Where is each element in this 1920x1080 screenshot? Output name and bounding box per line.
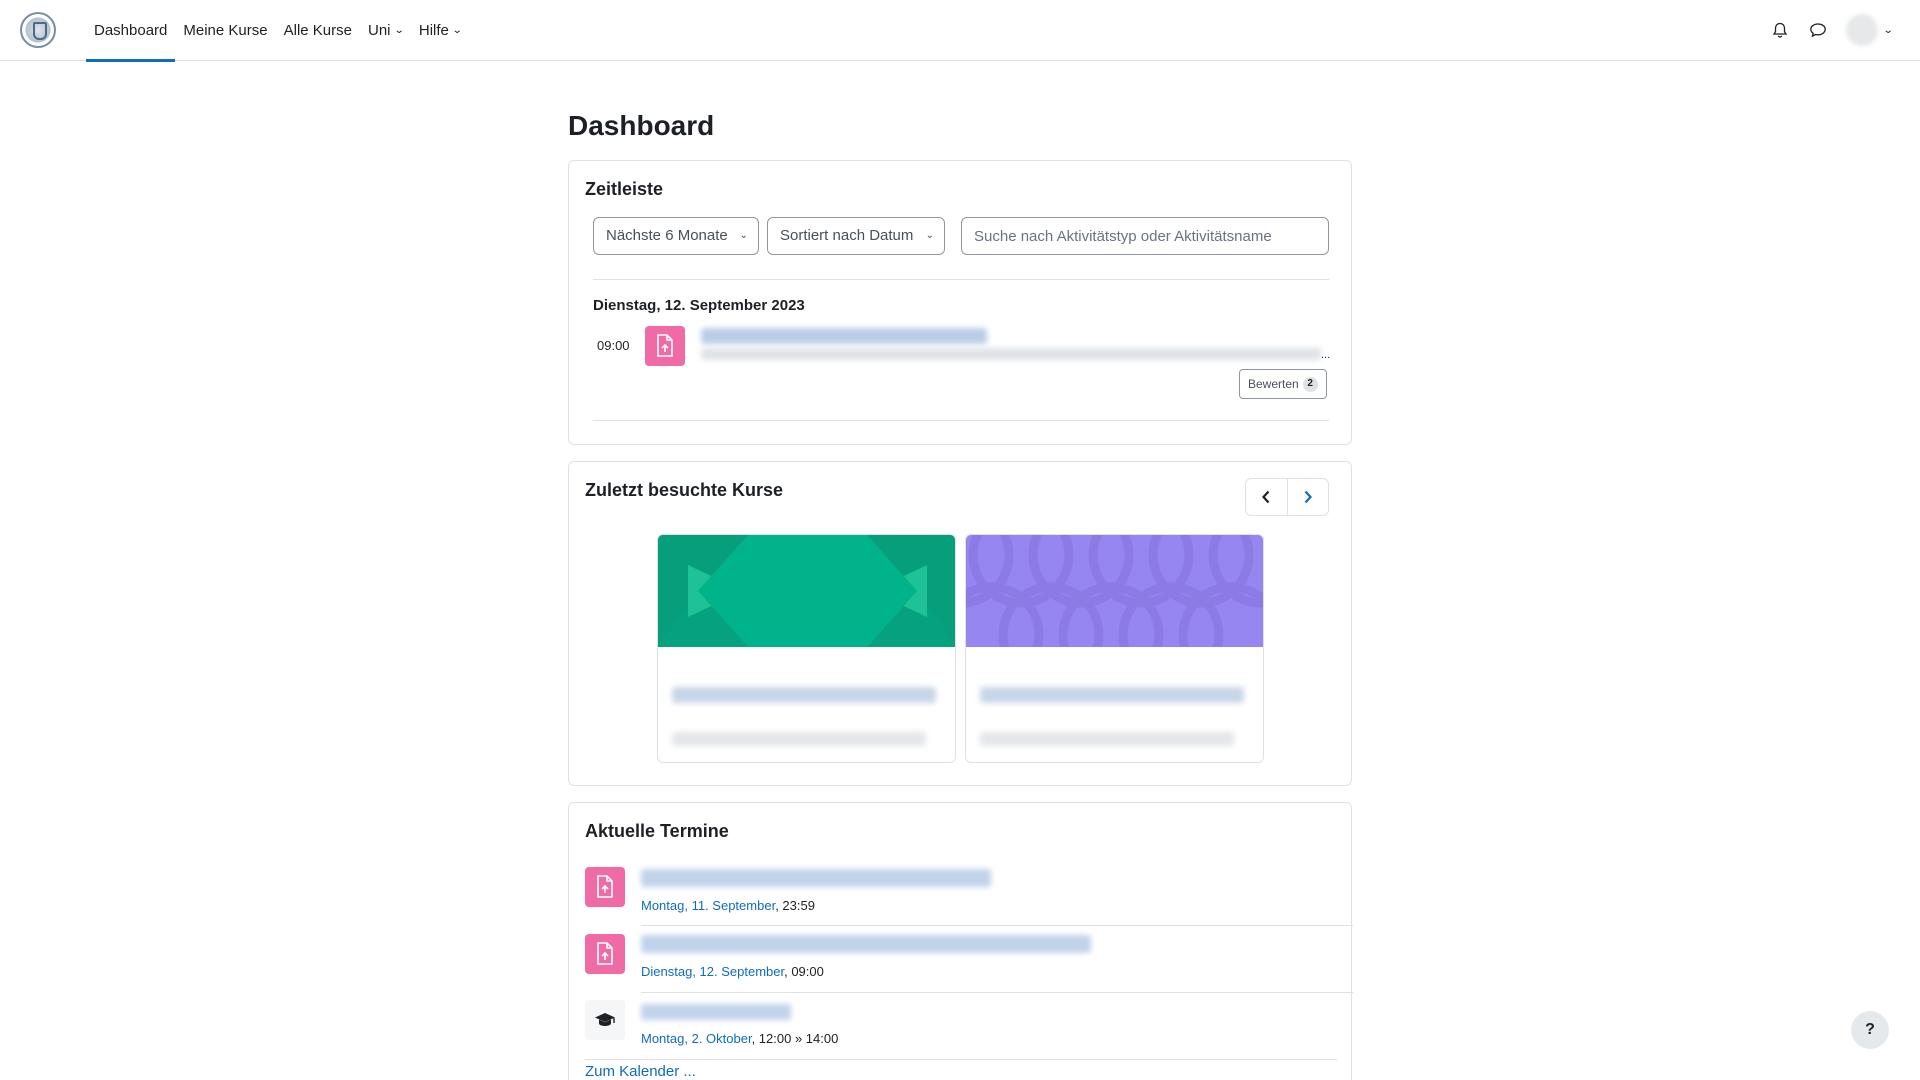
chevron-down-icon: ⌄ [739,230,748,241]
event-datetime: Montag, 2. Oktober, 12:00 » 14:00 [641,1031,838,1046]
bell-icon[interactable] [1770,20,1790,40]
event-datetime: Dienstag, 12. September, 09:00 [641,964,824,979]
course-category-redacted [672,732,926,746]
event-time: , 23:59 [775,898,815,913]
page-title: Dashboard [568,110,715,141]
timeline-sort-select[interactable]: Sortiert nach Datum ⌄ [767,217,945,255]
timeline-event-time: 09:00 [597,338,630,353]
timeline-search-input[interactable] [961,217,1329,255]
courses-pager [1245,478,1329,516]
university-logo[interactable] [20,12,56,48]
nav-meine-kurse-label: Meine Kurse [183,21,268,39]
event-name-redacted[interactable] [641,1004,791,1020]
upcoming-event-item: Montag, 11. September, 23:59 [585,857,1337,923]
chevron-right-icon [1304,490,1312,504]
course-card[interactable] [965,534,1264,763]
nav-dashboard-label: Dashboard [94,21,168,39]
assignment-upload-icon [645,326,685,366]
event-time: , 09:00 [784,964,824,979]
grade-button[interactable]: Bewerten 2 [1239,369,1327,399]
avatar [1845,14,1878,46]
previous-page-button[interactable] [1246,479,1287,515]
next-page-button[interactable] [1286,479,1329,515]
chevron-down-icon: ⌄ [451,24,463,36]
nav-hilfe-dropdown[interactable]: Hilfe ⌄ [411,0,469,61]
sort-select-value: Sortiert nach Datum [780,227,914,244]
help-button[interactable]: ? [1851,1011,1889,1049]
divider [593,279,1329,280]
course-card[interactable] [657,534,956,763]
calendar-link[interactable]: Zum Kalender ... [585,1063,696,1080]
event-date-link[interactable]: Montag, 2. Oktober [641,1031,752,1046]
timeline-date-heading: Dienstag, 12. September 2023 [593,297,805,314]
event-name-redacted[interactable] [701,328,987,344]
user-navigation: ⌄ [1770,14,1894,46]
nav-dashboard[interactable]: Dashboard [86,0,176,62]
nav-hilfe-label: Hilfe [418,21,449,39]
event-date-link[interactable]: Dienstag, 12. September [641,964,784,979]
recent-courses-title: Zuletzt besuchte Kurse [585,480,784,500]
grade-count-badge: 2 [1302,376,1318,392]
nav-uni-label: Uni [367,21,391,39]
event-time: , 12:00 » 14:00 [751,1031,839,1046]
nav-alle-kurse-label: Alle Kurse [283,21,352,39]
upcoming-events-title: Aktuelle Termine [585,821,729,841]
nav-meine-kurse[interactable]: Meine Kurse [175,0,275,61]
truncation-ellipsis: ... [1321,349,1331,361]
timeline-title: Zeitleiste [585,179,664,199]
course-image-circles [966,535,1263,647]
recent-courses-block: Zuletzt besuchte Kurse [568,461,1352,786]
course-name-redacted [672,687,936,703]
range-select-value: Nächste 6 Monate [606,227,728,244]
chevron-left-icon [1262,490,1270,504]
grade-button-label: Bewerten [1248,377,1299,391]
chat-icon[interactable] [1808,20,1828,40]
user-menu-toggle[interactable]: ⌄ [1845,14,1894,46]
assignment-upload-icon [585,867,625,907]
upcoming-events-block: Aktuelle Termine Montag, 11. September, … [568,802,1353,1080]
chevron-down-icon: ⌄ [1882,24,1894,36]
course-image-hexagon [658,535,955,647]
top-navbar: Dashboard Meine Kurse Alle Kurse Uni ⌄ Hi… [0,0,1920,62]
chevron-down-icon: ⌄ [925,230,934,241]
upcoming-event-item: Dienstag, 12. September, 09:00 [585,924,1337,990]
chevron-down-icon: ⌄ [393,24,405,36]
nav-uni-dropdown[interactable]: Uni ⌄ [360,0,411,61]
divider [585,1059,1337,1060]
divider [593,420,1329,421]
nav-alle-kurse[interactable]: Alle Kurse [276,0,360,61]
course-name-redacted [980,687,1244,703]
event-course-redacted [701,348,1321,360]
timeline-block: Zeitleiste Nächste 6 Monate ⌄ Sortiert na… [568,160,1352,445]
event-datetime: Montag, 11. September, 23:59 [641,898,815,913]
event-date-link[interactable]: Montag, 11. September [641,898,775,913]
upcoming-event-item: Montag, 2. Oktober, 12:00 » 14:00 [585,990,1337,1056]
event-name-redacted[interactable] [641,935,1091,953]
assignment-upload-icon [585,934,625,974]
graduation-cap-icon [585,1000,625,1040]
course-category-redacted [980,732,1234,746]
event-name-redacted[interactable] [641,869,991,887]
timeline-range-select[interactable]: Nächste 6 Monate ⌄ [593,217,759,255]
primary-navigation: Dashboard Meine Kurse Alle Kurse Uni ⌄ Hi… [86,0,469,62]
